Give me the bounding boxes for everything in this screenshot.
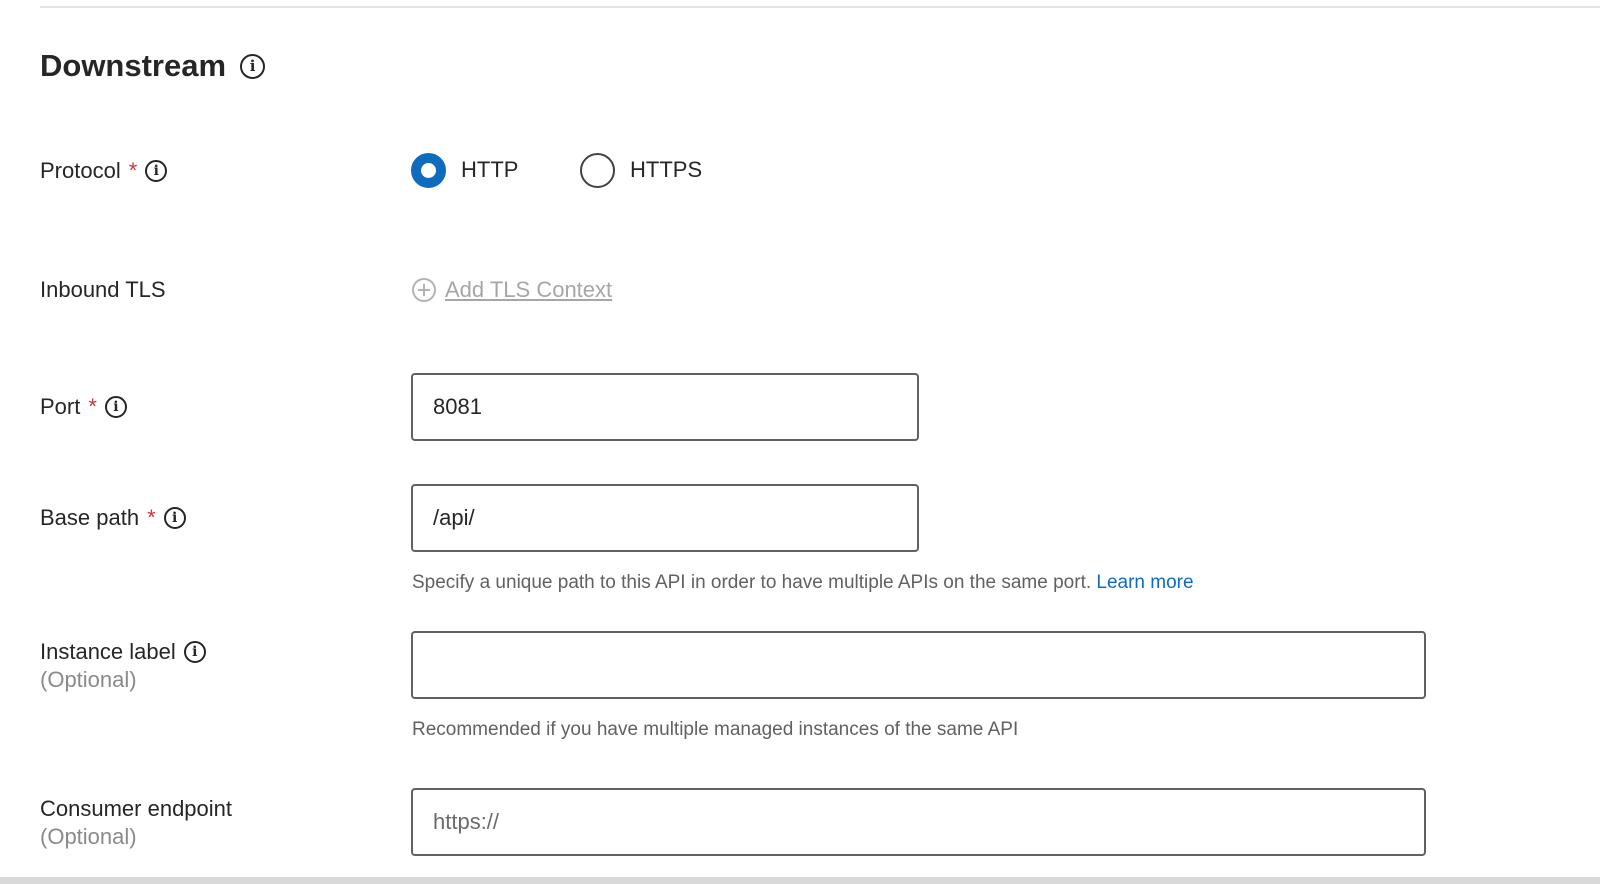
consumer-endpoint-label: Consumer endpoint bbox=[40, 796, 233, 821]
info-icon[interactable]: i bbox=[183, 641, 206, 663]
port-input[interactable] bbox=[411, 373, 919, 441]
consumer-endpoint-input[interactable] bbox=[411, 788, 1426, 856]
instance-label-optional: (Optional) bbox=[40, 667, 137, 692]
info-icon[interactable]: i bbox=[163, 507, 186, 529]
top-divider bbox=[40, 6, 1600, 8]
add-tls-context-link[interactable]: Add TLS Context bbox=[412, 274, 612, 306]
instance-label-hint: Recommended if you have multiple managed… bbox=[412, 719, 1019, 740]
required-mark: * bbox=[147, 505, 156, 530]
radio-unchecked-icon[interactable] bbox=[580, 152, 615, 188]
radio-label-https: HTTPS bbox=[630, 157, 703, 182]
protocol-radio-http[interactable]: HTTP bbox=[411, 152, 518, 188]
bottom-scroll-edge bbox=[0, 877, 1600, 884]
protocol-radio-https[interactable]: HTTPS bbox=[580, 152, 702, 188]
learn-more-link[interactable]: Learn more bbox=[1096, 572, 1193, 593]
instance-label-group: Instance label i bbox=[40, 635, 206, 669]
protocol-label-group: Protocol * i bbox=[40, 154, 168, 188]
port-label: Port bbox=[40, 394, 81, 419]
downstream-form: Downstream i Protocol * i HTTP HTTPS Inb… bbox=[0, 0, 1600, 884]
plus-circle-icon bbox=[412, 278, 436, 302]
consumer-endpoint-optional: (Optional) bbox=[40, 824, 137, 849]
instance-label-input[interactable] bbox=[411, 631, 1426, 699]
base-path-input[interactable] bbox=[411, 484, 919, 552]
radio-label-http: HTTP bbox=[461, 157, 519, 182]
base-path-hint: Specify a unique path to this API in ord… bbox=[412, 572, 1194, 594]
required-mark: * bbox=[88, 394, 97, 419]
info-icon[interactable]: i bbox=[240, 53, 266, 79]
section-header: Downstream i bbox=[40, 44, 266, 88]
add-tls-context-label: Add TLS Context bbox=[445, 277, 613, 302]
section-title: Downstream bbox=[40, 48, 227, 83]
base-path-label-group: Base path * i bbox=[40, 501, 186, 535]
base-path-hint-text: Specify a unique path to this API in ord… bbox=[412, 572, 1092, 593]
port-label-group: Port * i bbox=[40, 390, 127, 424]
consumer-endpoint-label-group: Consumer endpoint bbox=[40, 792, 232, 826]
inbound-tls-label: Inbound TLS bbox=[40, 277, 166, 302]
info-icon[interactable]: i bbox=[145, 160, 168, 182]
radio-checked-icon[interactable] bbox=[411, 152, 446, 188]
base-path-label: Base path bbox=[40, 505, 140, 530]
required-mark: * bbox=[128, 158, 138, 183]
protocol-label: Protocol bbox=[40, 158, 121, 183]
info-icon[interactable]: i bbox=[104, 396, 127, 418]
inbound-tls-label-group: Inbound TLS bbox=[40, 273, 166, 307]
instance-label-label: Instance label bbox=[40, 639, 176, 664]
